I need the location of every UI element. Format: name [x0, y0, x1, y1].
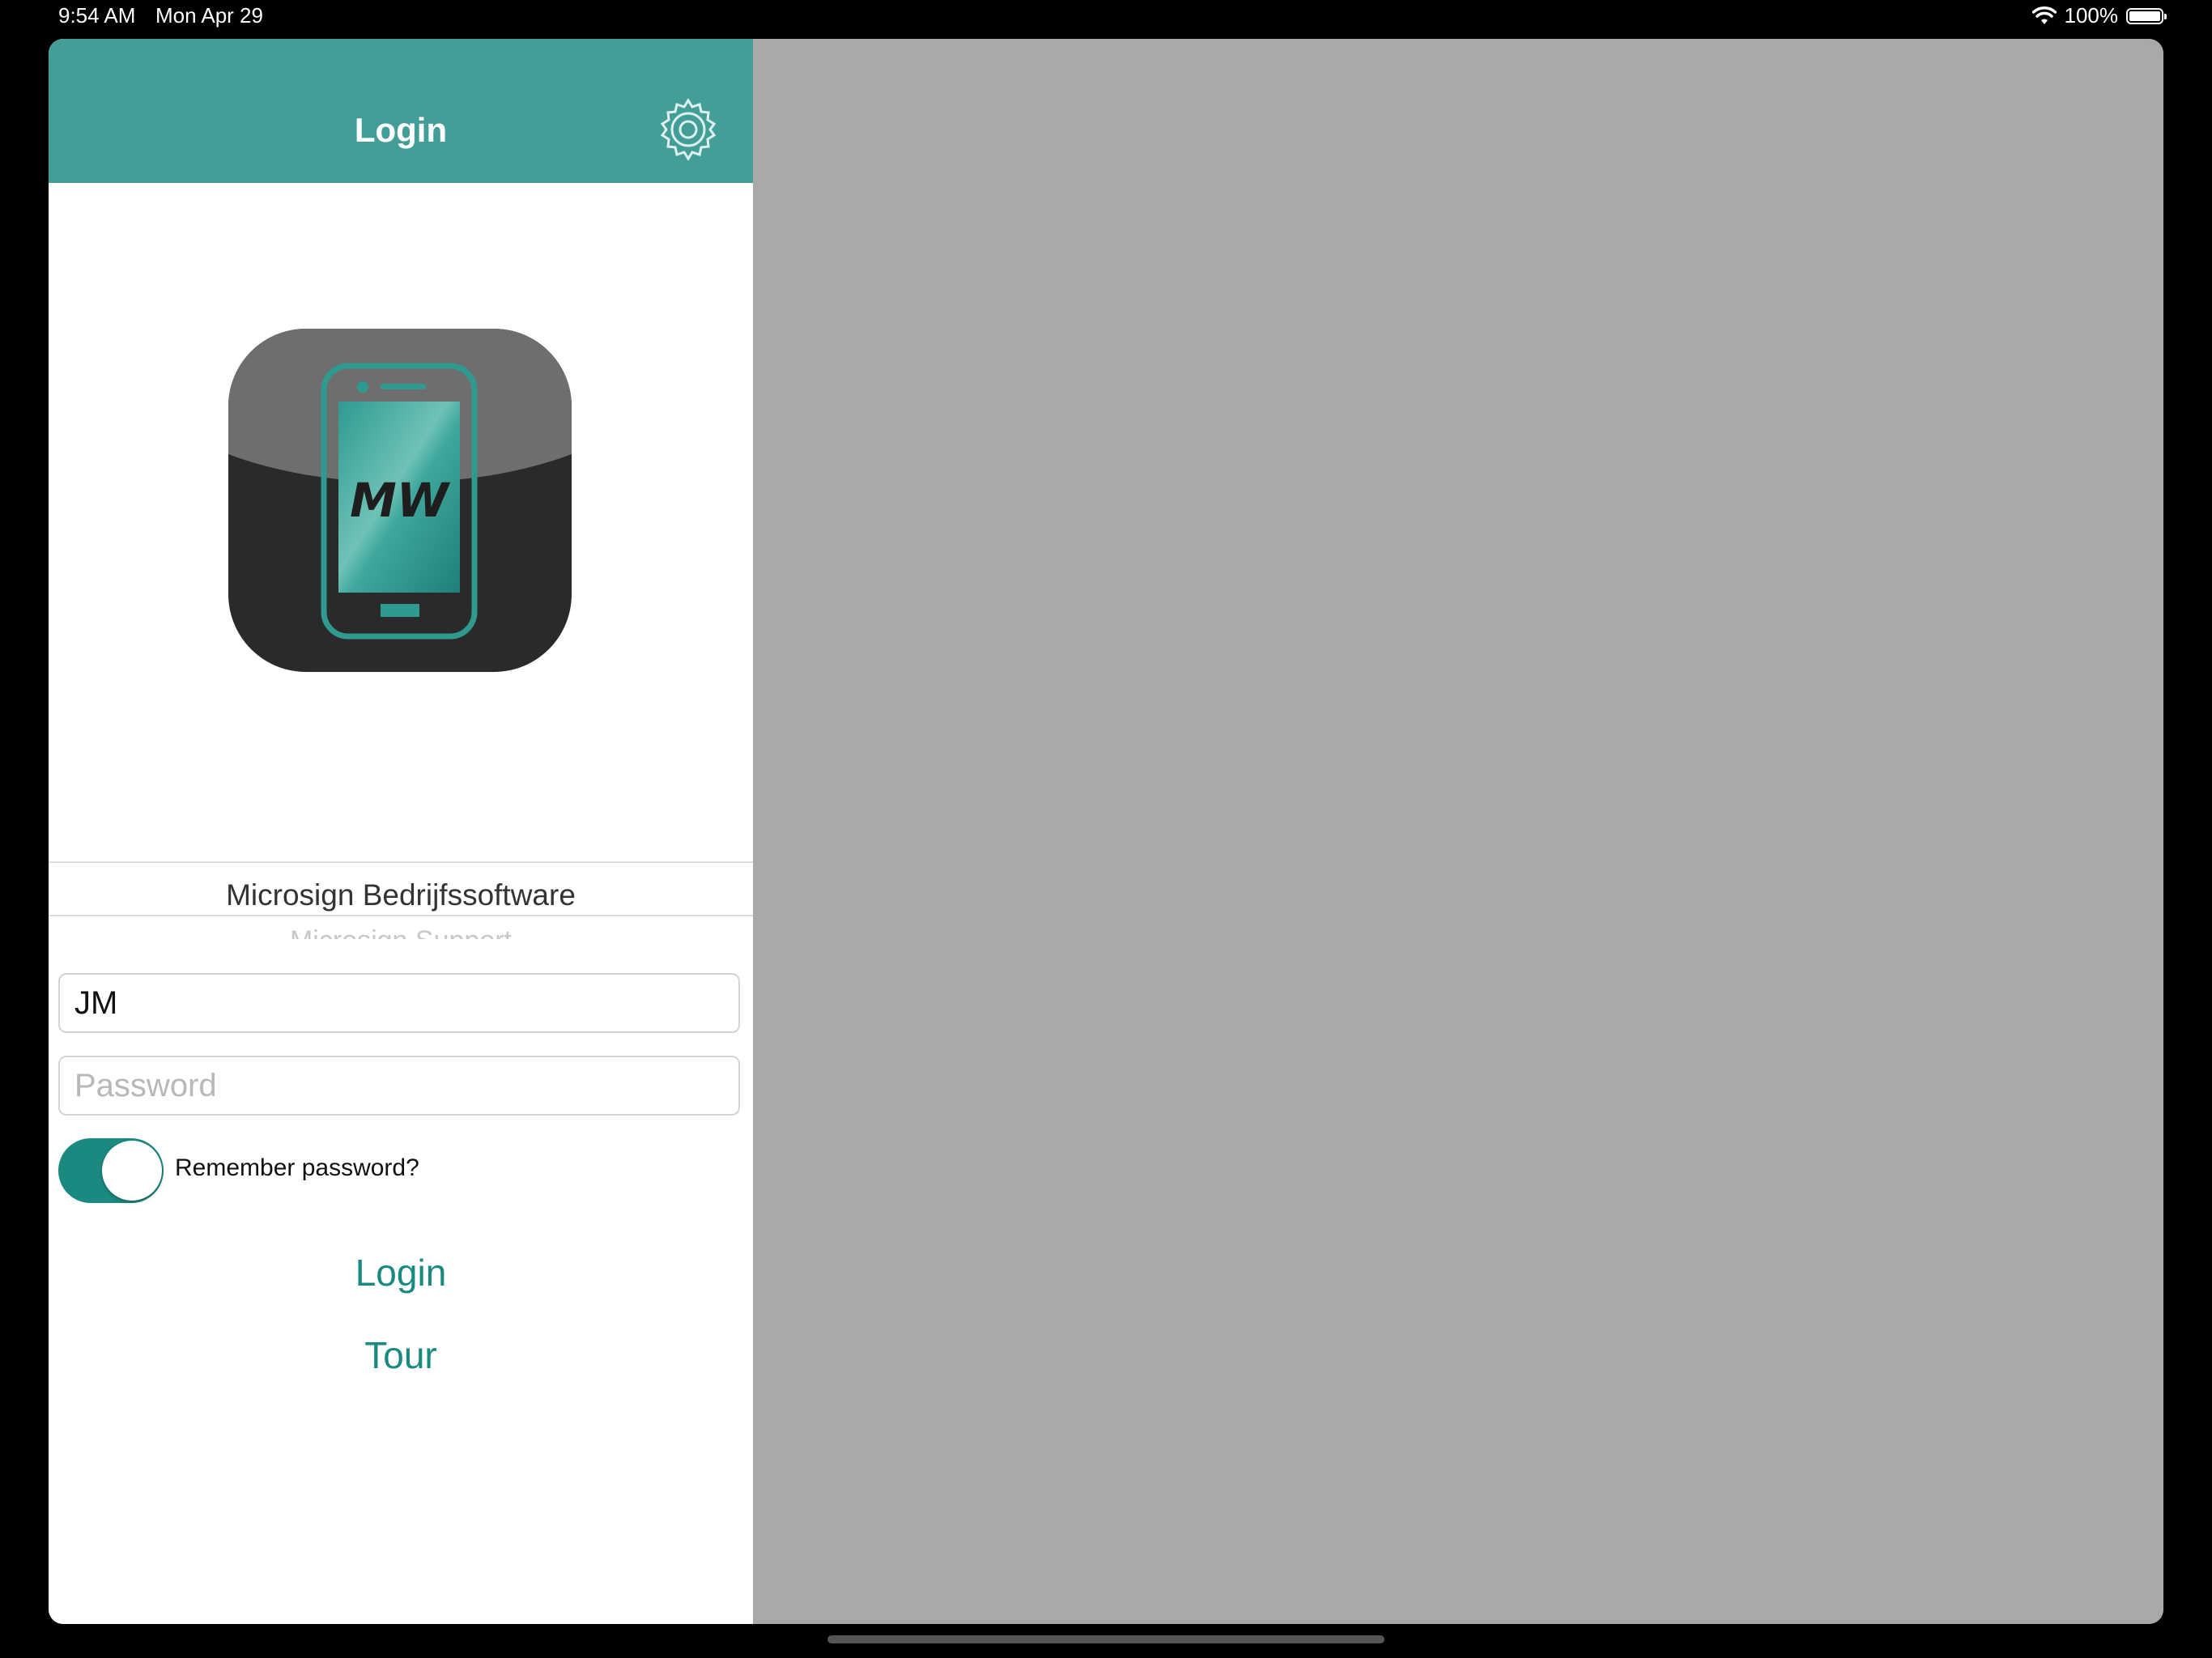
- settings-button[interactable]: [654, 96, 722, 164]
- picker-next-option[interactable]: Microsign Support: [49, 915, 753, 939]
- battery-icon: [2126, 7, 2167, 24]
- app-window: Login MW Microsign Bedrijfssoftware JM R…: [49, 39, 2163, 1624]
- home-indicator[interactable]: [827, 1635, 1385, 1643]
- login-button[interactable]: Login: [49, 1250, 753, 1295]
- logo-lettering: MW: [350, 473, 451, 528]
- username-field[interactable]: [58, 973, 740, 1033]
- gear-icon: [660, 98, 717, 161]
- nav-title: Login: [354, 111, 448, 149]
- company-picker[interactable]: Microsign Bedrijfssoftware Microsign Sup…: [49, 861, 753, 975]
- remember-password-label: Remember password?: [175, 1154, 419, 1181]
- detail-pane: [753, 39, 2163, 1624]
- ipad-screen: 9:54 AM Mon Apr 29 100% Login MW Microsi…: [0, 0, 2212, 1658]
- tour-button[interactable]: Tour: [49, 1333, 753, 1378]
- picker-selected-option[interactable]: Microsign Bedrijfssoftware: [49, 869, 753, 921]
- battery-percent: 100%: [2064, 3, 2119, 28]
- wifi-icon: [2031, 6, 2057, 24]
- status-bar: 9:54 AM Mon Apr 29 100%: [0, 0, 2212, 32]
- password-field[interactable]: [58, 1056, 740, 1116]
- picker-divider-top: [49, 861, 753, 863]
- status-indicators: 100%: [2031, 3, 2167, 28]
- remember-password-toggle[interactable]: [58, 1138, 164, 1203]
- login-panel: Login MW Microsign Bedrijfssoftware JM R…: [49, 39, 753, 1624]
- toggle-knob: [102, 1141, 162, 1201]
- status-date: Mon Apr 29: [155, 3, 263, 28]
- app-logo: MW: [228, 329, 572, 672]
- status-time: 9:54 AM: [58, 3, 136, 28]
- navigation-bar: Login: [49, 39, 753, 183]
